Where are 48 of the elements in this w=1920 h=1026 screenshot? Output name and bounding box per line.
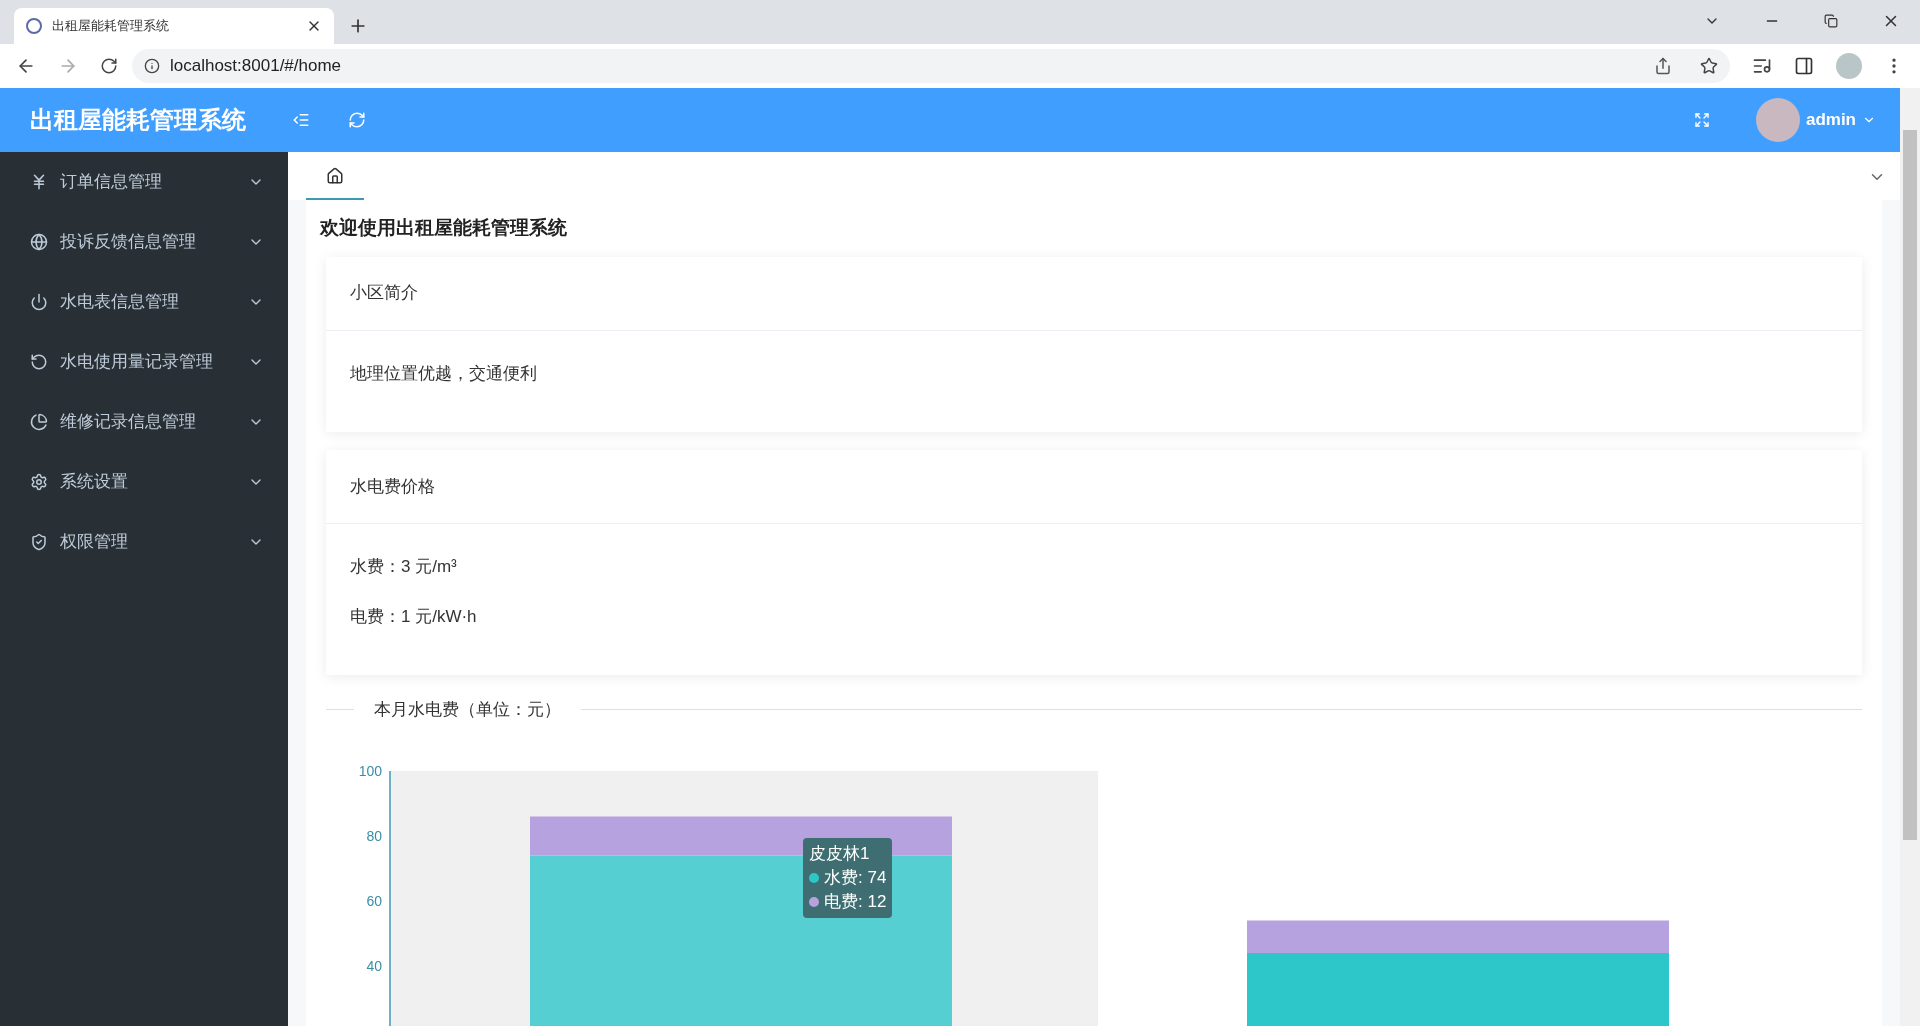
card-text: 水费：3 元/m³ — [350, 556, 458, 578]
tooltip-value: 电费: 12 — [824, 890, 887, 913]
tooltip-title: 皮皮林1 — [809, 842, 871, 865]
reload-icon[interactable] — [100, 57, 118, 75]
card-title: 水电费价格 — [350, 475, 435, 498]
scrollbar-thumb[interactable] — [1903, 130, 1917, 840]
url-text: localhost:8001/#/home — [170, 55, 343, 78]
sidebar-item[interactable]: 水电使用量记录管理 — [0, 332, 288, 392]
media-icon[interactable] — [1752, 56, 1772, 76]
fullscreen-icon[interactable] — [1693, 112, 1710, 128]
star-icon[interactable] — [1700, 57, 1718, 75]
settings-icon — [30, 473, 48, 491]
circular-arrow-icon — [30, 353, 48, 371]
y-tick-label: 60 — [366, 892, 382, 909]
shield-icon — [30, 533, 48, 551]
page-title: 欢迎使用出租屋能耗管理系统 — [320, 216, 568, 240]
sidebar-item[interactable]: 订单信息管理 — [0, 152, 288, 212]
home-icon — [326, 167, 344, 185]
card-title: 小区简介 — [350, 282, 418, 305]
globe-icon — [30, 233, 48, 251]
sidebar-item[interactable]: 权限管理 — [0, 512, 288, 572]
y-tick-label: 80 — [366, 827, 382, 844]
scrollbar[interactable] — [1900, 88, 1920, 1026]
address-bar[interactable]: localhost:8001/#/home — [132, 49, 1730, 83]
y-tick-label: 40 — [366, 957, 382, 974]
section-title: 本月水电费（单位：元） — [374, 699, 561, 721]
side-panel-icon[interactable] — [1794, 56, 1814, 76]
sidebar-item[interactable]: 投诉反馈信息管理 — [0, 212, 288, 272]
user-name: admin — [1805, 109, 1856, 132]
share-icon[interactable] — [1654, 57, 1672, 75]
power-icon — [30, 293, 48, 311]
sidebar-item[interactable]: 系统设置 — [0, 452, 288, 512]
tooltip-value: 水费: 74 — [824, 866, 887, 889]
y-tick-label: 100 — [358, 762, 382, 779]
tab-title: 出租屋能耗管理系统 — [52, 17, 170, 36]
restore-icon[interactable] — [1824, 14, 1838, 28]
browser-tab[interactable]: 出租屋能耗管理系统 — [14, 8, 334, 44]
refresh-icon[interactable] — [348, 111, 366, 129]
sidebar-item[interactable]: 维修记录信息管理 — [0, 392, 288, 452]
sidebar-item[interactable]: 水电表信息管理 — [0, 272, 288, 332]
favicon-icon — [26, 18, 42, 34]
app-title: 出租屋能耗管理系统 — [30, 105, 247, 135]
menu-fold-icon[interactable] — [292, 111, 310, 129]
pie-chart-icon — [30, 413, 48, 431]
card-text: 地理位置优越，交通便利 — [350, 362, 538, 385]
avatar-placeholder — [1755, 98, 1800, 142]
card-text: 电费：1 元/kW·h — [350, 605, 478, 628]
info-icon — [144, 58, 160, 74]
